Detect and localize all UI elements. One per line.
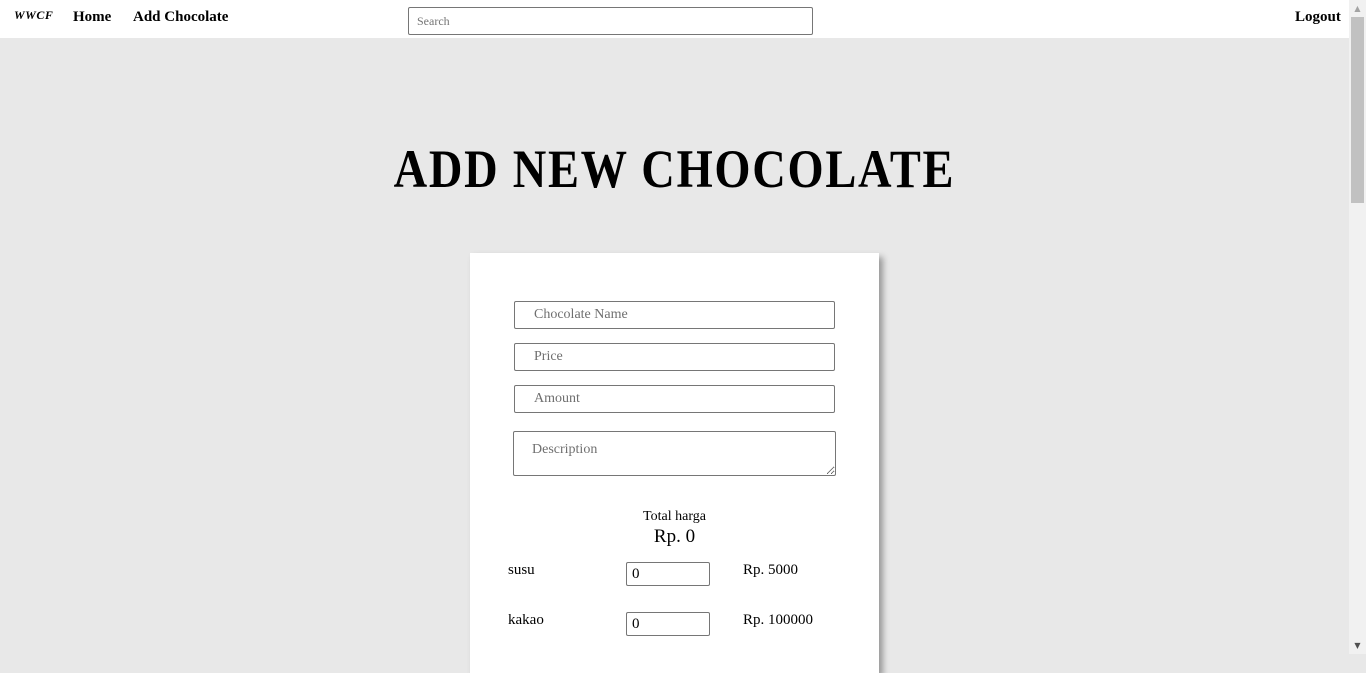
- logo[interactable]: WWCF: [14, 8, 53, 23]
- ingredient-price-kakao: Rp. 100000: [743, 612, 814, 628]
- nav-add-chocolate-link[interactable]: Add Chocolate: [133, 9, 228, 26]
- amount-input[interactable]: [514, 385, 835, 413]
- ingredient-name-kakao: kakao: [508, 612, 544, 628]
- chocolate-name-input[interactable]: [514, 301, 835, 329]
- logout-link[interactable]: Logout: [1295, 9, 1341, 26]
- price-input[interactable]: [514, 343, 835, 371]
- description-textarea[interactable]: [513, 431, 836, 476]
- ingredient-price-susu: Rp. 5000: [743, 562, 799, 578]
- ingredient-qty-susu[interactable]: [626, 562, 710, 586]
- navbar: WWCF Home Add Chocolate Logout: [0, 0, 1349, 38]
- scrollbar-thumb[interactable]: [1351, 17, 1364, 203]
- add-chocolate-form: Total harga Rp. 0 susu Rp. 5000 kakao Rp…: [470, 253, 879, 673]
- total-label: Total harga: [643, 509, 706, 524]
- scroll-up-icon[interactable]: ▲: [1349, 0, 1366, 17]
- ingredient-qty-kakao[interactable]: [626, 612, 710, 636]
- nav-home-link[interactable]: Home: [73, 9, 111, 26]
- search-input[interactable]: [408, 7, 813, 35]
- page-title: ADD NEW CHOCOLATE: [393, 139, 956, 199]
- ingredient-name-susu: susu: [508, 562, 535, 578]
- page-scrollbar[interactable]: ▲ ▼: [1349, 0, 1366, 654]
- scroll-down-icon[interactable]: ▼: [1349, 637, 1366, 654]
- total-value: Rp. 0: [653, 526, 696, 547]
